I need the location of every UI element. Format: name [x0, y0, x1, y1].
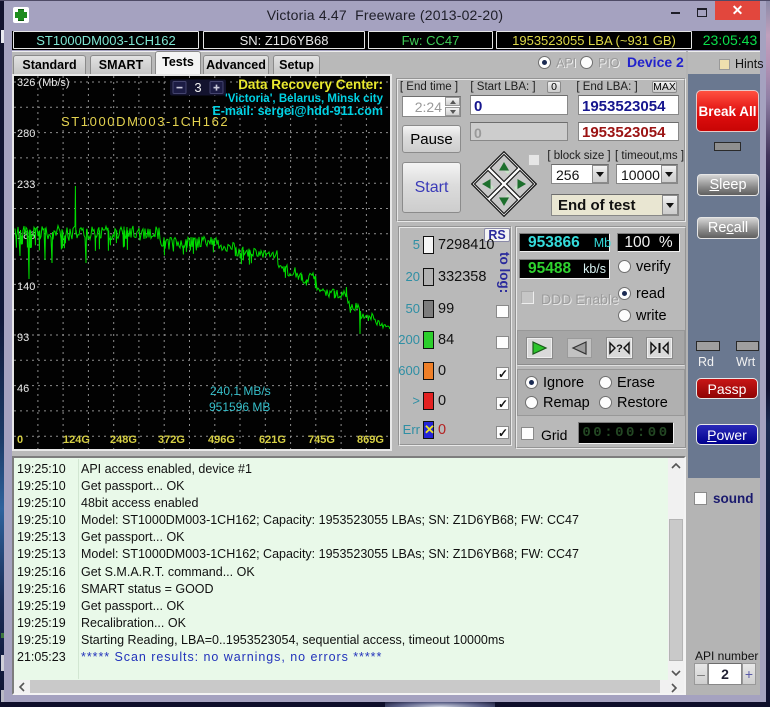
svg-text:3: 3 — [194, 80, 201, 95]
svg-text:326 (Mb/s): 326 (Mb/s) — [17, 77, 70, 89]
svg-text:E-mail: sergei@hdd-911.com: E-mail: sergei@hdd-911.com — [212, 104, 383, 118]
svg-text:ST1000DM003-1CH162: ST1000DM003-1CH162 — [61, 114, 229, 129]
svg-text:248G: 248G — [110, 434, 137, 446]
svg-text:233: 233 — [17, 179, 35, 191]
svg-text:280: 280 — [17, 128, 35, 140]
svg-text:0: 0 — [17, 434, 23, 446]
svg-text:140: 140 — [17, 281, 35, 293]
svg-text:869G: 869G — [357, 434, 384, 446]
svg-text:621G: 621G — [259, 434, 286, 446]
svg-text:745G: 745G — [308, 434, 335, 446]
svg-text:46: 46 — [17, 383, 29, 395]
svg-text:124G: 124G — [63, 434, 90, 446]
svg-text:496G: 496G — [208, 434, 235, 446]
svg-text:951596 MB: 951596 MB — [209, 400, 270, 414]
svg-text:372G: 372G — [158, 434, 185, 446]
svg-text:?: ? — [616, 343, 623, 355]
svg-text:240,1 MB/s: 240,1 MB/s — [210, 384, 271, 398]
svg-text:93: 93 — [17, 332, 29, 344]
svg-text:Data Recovery Center:: Data Recovery Center: — [238, 77, 383, 92]
